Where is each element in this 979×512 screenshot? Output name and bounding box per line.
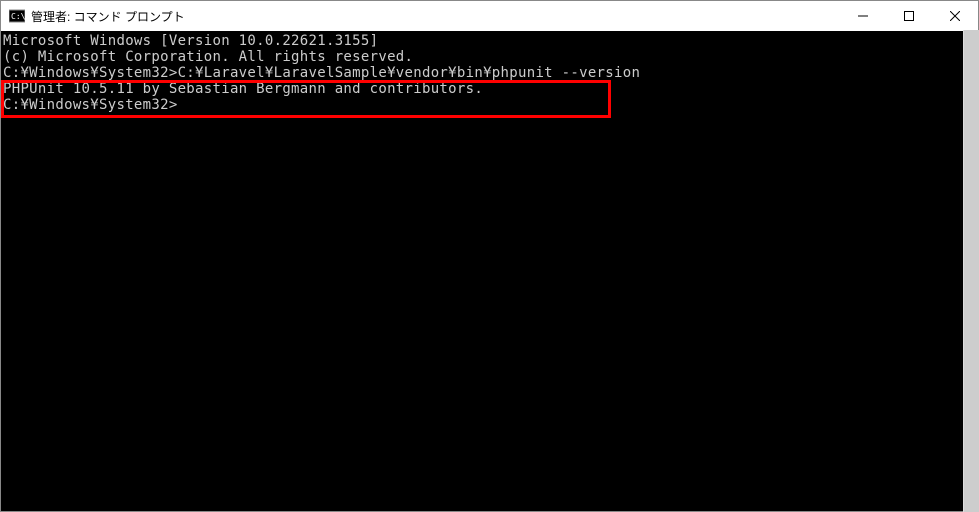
terminal-line: PHPUnit 10.5.11 by Sebastian Bergmann an… xyxy=(3,81,976,97)
scrollbar[interactable] xyxy=(963,30,979,512)
terminal-line: (c) Microsoft Corporation. All rights re… xyxy=(3,49,976,65)
maximize-button[interactable] xyxy=(886,1,932,31)
close-button[interactable] xyxy=(932,1,978,31)
terminal-content[interactable]: Microsoft Windows [Version 10.0.22621.31… xyxy=(1,31,978,511)
scrollbar-thumb[interactable] xyxy=(964,30,979,512)
window-controls xyxy=(840,1,978,31)
command-prompt-window: C:\ 管理者: コマンド プロンプト Microsoft Windows [V… xyxy=(0,0,979,512)
terminal-line: Microsoft Windows [Version 10.0.22621.31… xyxy=(3,33,976,49)
window-title: 管理者: コマンド プロンプト xyxy=(31,8,185,25)
svg-text:C:\: C:\ xyxy=(11,12,25,21)
cmd-icon: C:\ xyxy=(9,8,25,24)
titlebar-left: C:\ 管理者: コマンド プロンプト xyxy=(9,8,185,25)
terminal-prompt-line: C:¥Windows¥System32> xyxy=(3,97,976,113)
terminal-line: C:¥Windows¥System32>C:¥Laravel¥LaravelSa… xyxy=(3,65,976,81)
titlebar[interactable]: C:\ 管理者: コマンド プロンプト xyxy=(1,1,978,31)
minimize-button[interactable] xyxy=(840,1,886,31)
